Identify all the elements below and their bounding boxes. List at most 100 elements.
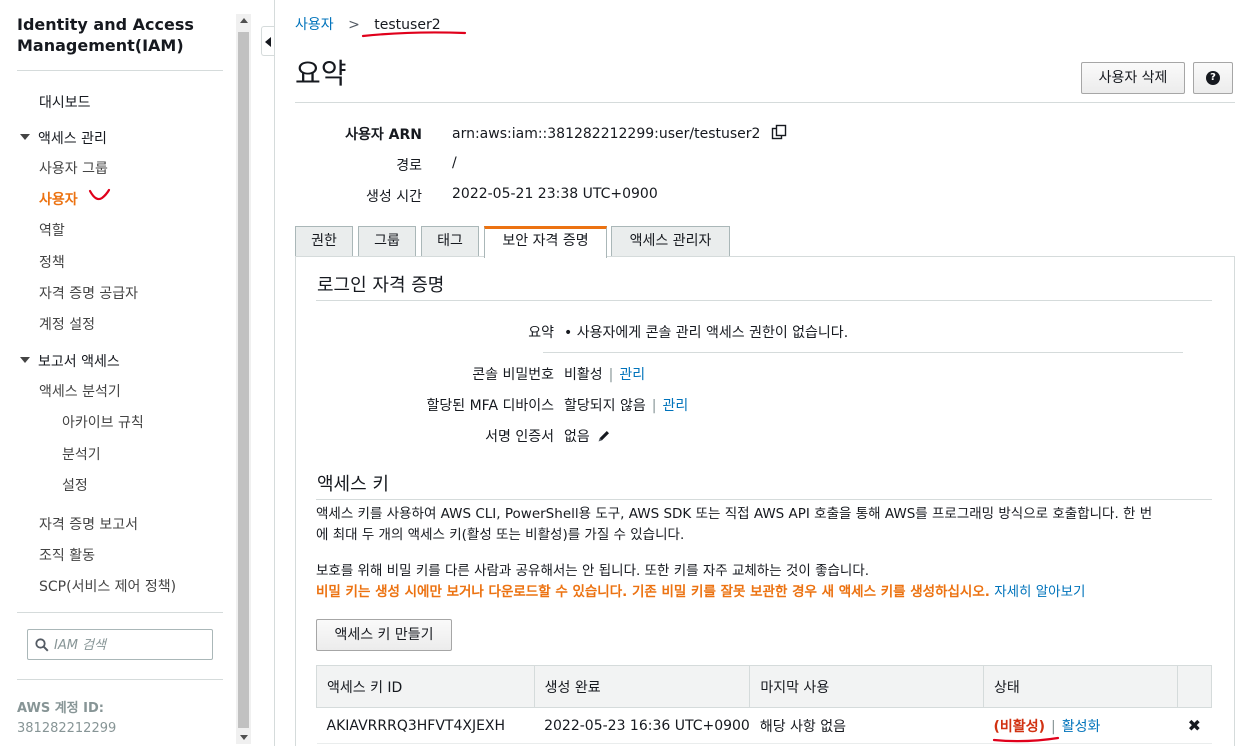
login-summary-value: • 사용자에게 콘솔 관리 액세스 권한이 없습니다. [564,322,848,342]
search-input[interactable] [54,635,204,655]
path-label: 경로 [396,158,422,174]
sidebar-item-dashboard[interactable]: 대시보드 [39,92,91,112]
access-keys-description-line: 에 최대 두 개의 액세스 키(활성 또는 비활성)를 가질 수 있습니다. [316,527,685,543]
caret-down-icon [20,134,30,140]
delete-user-button[interactable]: 사용자 삭제 [1081,62,1185,94]
user-arn-text: arn:aws:iam::381282212299:user/testuser2 [452,126,761,142]
main-content: 사용자 > testuser2 요약 사용자 삭제 ? 사용자 ARN arn:… [275,0,1244,746]
sidebar-group-label: 액세스 관리 [38,131,107,147]
sidebar-divider [17,70,223,71]
user-arn-value: arn:aws:iam::381282212299:user/testuser2 [452,124,787,142]
status-cell: (비활성) | 활성화 [983,707,1178,744]
login-summary-text: 사용자에게 콘솔 관리 액세스 권한이 없습니다. [576,325,849,341]
sidebar-scrollbar[interactable] [236,14,251,744]
sidebar-item-identity-providers[interactable]: 자격 증명 공급자 [39,283,138,303]
collapse-sidebar-button[interactable] [261,26,275,56]
table-header-row: 액세스 키 ID 생성 완료 마지막 사용 상태 [316,665,1213,708]
mfa-device-label: 할당된 MFA 디바이스 [426,398,554,414]
sidebar-item-account-settings[interactable]: 계정 설정 [39,314,95,334]
created-cell: 2022-05-23 16:36 UTC+0900 [534,707,750,744]
summary-divider [543,352,1183,353]
column-header-access-key-id: 액세스 키 ID [316,665,535,708]
sidebar-divider [17,612,223,613]
help-icon: ? [1206,71,1220,85]
sidebar-item-scps[interactable]: SCP(서비스 제어 정책) [39,576,176,596]
sidebar-item-organization-activity[interactable]: 조직 활동 [39,545,95,565]
breadcrumb-users-link[interactable]: 사용자 [295,17,334,33]
tab-access-advisor[interactable]: 액세스 관리자 [611,226,730,257]
sidebar-item-policies[interactable]: 정책 [39,252,65,272]
access-keys-table: 액세스 키 ID 생성 완료 마지막 사용 상태 AKIAVRRRQ3HFVT4… [316,665,1213,744]
sidebar-item-analyzer-settings[interactable]: 설정 [62,475,88,495]
creation-time-label: 생성 시간 [366,189,422,205]
tab-permissions[interactable]: 권한 [295,226,353,257]
page-title: 요약 [295,57,347,90]
access-keys-note: 보호를 위해 비밀 키를 다른 사람과 공유해서는 안 됩니다. 또한 키를 자… [316,561,1216,603]
signing-certificates-label: 서명 인증서 [485,429,554,445]
table-row: AKIAVRRRQ3HFVT4XJEXH 2022-05-23 16:36 UT… [316,707,1212,744]
login-summary-label: 요약 [528,325,554,341]
signing-certificates-value: 없음 [564,426,611,446]
sidebar-item-archive-rules[interactable]: 아카이브 규칙 [62,412,144,432]
console-password-status: 비활성 [564,367,603,383]
red-check-annotation [88,188,111,201]
column-header-created: 생성 완료 [533,665,751,708]
tab-tags[interactable]: 태그 [421,226,479,257]
separator-pipe: | [608,367,614,383]
access-keys-description-line: 액세스 키를 사용하여 AWS CLI, PowerShell용 도구, AWS… [316,506,1153,522]
iam-search-box[interactable] [27,629,213,660]
account-id-value: 381282212299 [17,721,117,736]
red-underline-annotation [361,31,467,38]
sidebar-group-access-management[interactable]: 액세스 관리 [20,128,107,148]
delete-key-icon[interactable]: ✖ [1188,716,1201,735]
tab-groups[interactable]: 그룹 [358,226,416,257]
manage-mfa-link[interactable]: 관리 [662,398,688,414]
sidebar-group-access-reports[interactable]: 보고서 액세스 [20,351,120,371]
sidebar-title: Identity and Access Management(IAM) [17,15,194,55]
caret-down-icon [20,357,30,363]
user-arn-label: 사용자 ARN [345,127,422,143]
header-divider [295,102,1235,103]
last-used-cell: 해당 사항 없음 [749,707,984,744]
tab-security-credentials[interactable]: 보안 자격 증명 [484,226,607,258]
access-key-id-cell: AKIAVRRRQ3HFVT4XJEXH [316,707,535,744]
scroll-down-arrow-icon[interactable] [240,735,248,740]
column-header-status: 상태 [983,665,1178,708]
sidebar-divider [17,679,223,680]
console-password-label: 콘솔 비밀번호 [472,367,554,383]
path-value: / [452,155,457,171]
breadcrumb-separator: > [348,17,360,33]
mfa-device-value: 할당되지 않음 | 관리 [564,395,688,415]
scrollbar-thumb[interactable] [238,32,249,728]
account-id-label: AWS 계정 ID: [17,701,104,716]
search-icon [35,638,49,652]
secret-key-warning: 비밀 키는 생성 시에만 보거나 다운로드할 수 있습니다. 기존 비밀 키를 … [316,584,990,600]
sidebar-item-user-groups[interactable]: 사용자 그룹 [39,158,108,178]
sidebar-item-access-analyzer[interactable]: 액세스 분석기 [39,381,121,401]
section-divider [316,499,1212,500]
make-active-link[interactable]: 활성화 [1062,719,1101,735]
learn-more-link[interactable]: 자세히 알아보기 [994,584,1085,600]
sidebar-item-analyzers[interactable]: 분석기 [62,444,101,464]
sidebar-item-roles[interactable]: 역할 [39,220,65,240]
access-keys-note-text: 보호를 위해 비밀 키를 다른 사람과 공유해서는 안 됩니다. 또한 키를 자… [316,563,870,579]
column-header-actions [1176,665,1213,708]
mfa-device-status: 할당되지 않음 [564,398,646,414]
login-credentials-title: 로그인 자격 증명 [317,275,445,296]
section-divider [316,300,1212,301]
sidebar-item-users[interactable]: 사용자 [39,189,78,209]
create-access-key-button[interactable]: 액세스 키 만들기 [316,619,452,651]
sidebar-group-label: 보고서 액세스 [38,354,120,370]
sidebar-item-credential-report[interactable]: 자격 증명 보고서 [39,514,138,534]
separator-pipe: | [651,398,657,414]
creation-time-value: 2022-05-21 23:38 UTC+0900 [452,186,658,202]
console-password-value: 비활성 | 관리 [564,364,645,384]
copy-icon[interactable] [771,124,787,140]
manage-console-password-link[interactable]: 관리 [619,367,645,383]
help-button[interactable]: ? [1193,62,1233,94]
scroll-up-arrow-icon[interactable] [240,18,248,23]
red-underline-annotation [992,736,1059,743]
access-keys-description: 액세스 키를 사용하여 AWS CLI, PowerShell용 도구, AWS… [316,504,1216,546]
status-inactive-text: (비활성) [993,718,1045,735]
pencil-edit-icon[interactable] [597,429,611,443]
